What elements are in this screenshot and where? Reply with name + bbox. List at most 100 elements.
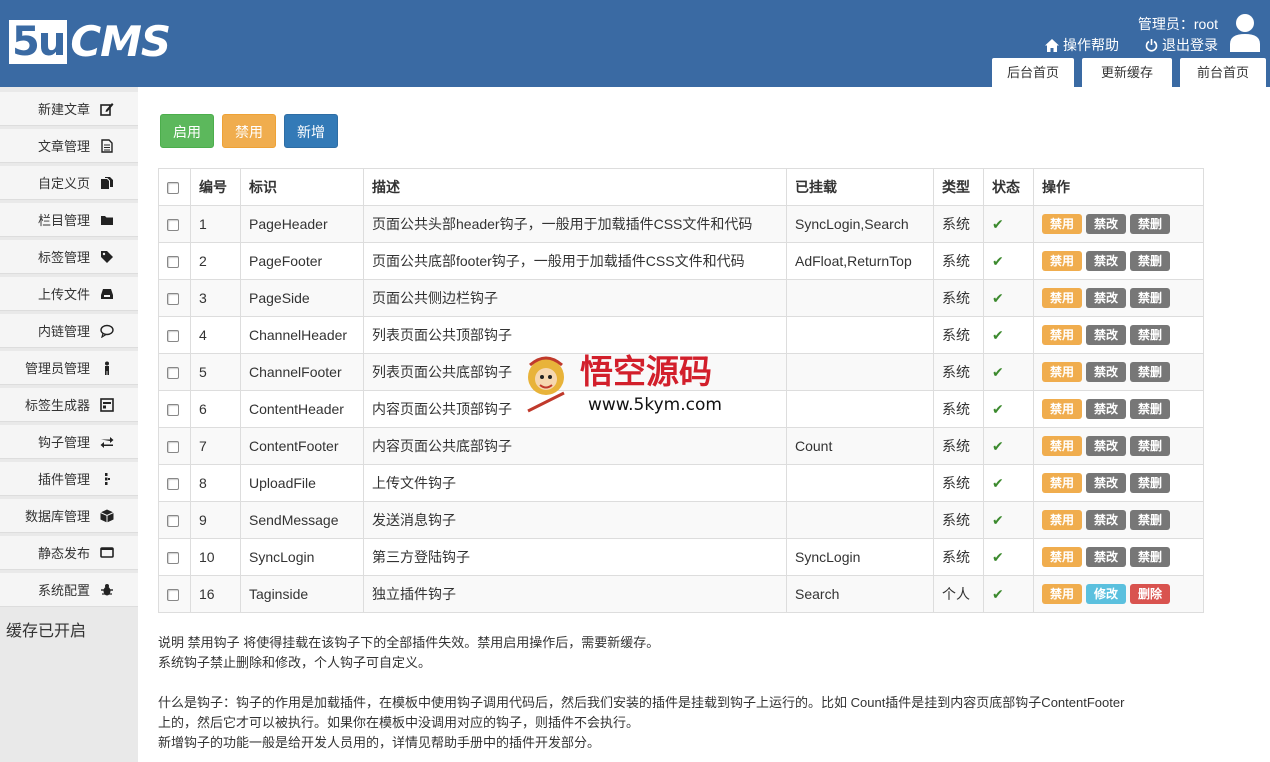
edit-action-button[interactable]: 禁改: [1086, 325, 1126, 345]
row-checkbox[interactable]: [167, 441, 179, 454]
row-checkbox[interactable]: [167, 552, 179, 565]
cell-id: 5: [190, 353, 241, 391]
delete-action-button[interactable]: 删除: [1130, 584, 1170, 604]
tab-refresh-cache[interactable]: 更新缓存: [1082, 58, 1172, 87]
edit-action-button[interactable]: 禁改: [1086, 473, 1126, 493]
cell-id: 3: [190, 279, 241, 317]
cell-status: ✔: [983, 538, 1034, 576]
delete-action-button[interactable]: 禁删: [1130, 288, 1170, 308]
enable-button[interactable]: 启用: [160, 114, 214, 148]
delete-action-button[interactable]: 禁删: [1130, 473, 1170, 493]
sidebar-item-article-manage[interactable]: 文章管理: [0, 129, 138, 163]
edit-action-button[interactable]: 禁改: [1086, 399, 1126, 419]
row-select-cell: [158, 575, 191, 613]
row-checkbox[interactable]: [167, 478, 179, 491]
sidebar-item-label: 自定义页: [37, 176, 90, 191]
cell-key: Taginside: [240, 575, 364, 613]
table-row: 3 PageSide 页面公共侧边栏钩子 系统 ✔ 禁用 禁改 禁删: [158, 279, 1204, 317]
row-checkbox[interactable]: [167, 219, 179, 232]
row-checkbox[interactable]: [167, 256, 179, 269]
sidebar-item-hook-manage[interactable]: 钩子管理: [0, 425, 138, 459]
edit-action-button[interactable]: 禁改: [1086, 436, 1126, 456]
sidebar-item-system-config[interactable]: 系统配置: [0, 573, 138, 607]
add-hook-button[interactable]: 新增: [284, 114, 338, 148]
disable-action-button[interactable]: 禁用: [1042, 362, 1082, 382]
disable-action-button[interactable]: 禁用: [1042, 325, 1082, 345]
sidebar-item-admin-manage[interactable]: 管理员管理: [0, 351, 138, 385]
select-all-cell: [158, 168, 191, 206]
sidebar-item-inner-link[interactable]: 内链管理: [0, 314, 138, 348]
edit-action-button[interactable]: 禁改: [1086, 362, 1126, 382]
delete-action-button[interactable]: 禁删: [1130, 436, 1170, 456]
row-checkbox[interactable]: [167, 589, 179, 602]
sidebar-item-label: 标签生成器: [24, 398, 90, 413]
sidebar-item-label: 内链管理: [37, 324, 90, 339]
sidebar-item-upload-file[interactable]: 上传文件: [0, 277, 138, 311]
row-checkbox[interactable]: [167, 367, 179, 380]
select-all-checkbox[interactable]: [167, 182, 179, 195]
delete-action-button[interactable]: 禁删: [1130, 399, 1170, 419]
cell-id: 8: [190, 464, 241, 502]
disable-action-button[interactable]: 禁用: [1042, 288, 1082, 308]
logo-box-text: 5u: [9, 20, 68, 64]
disable-action-button[interactable]: 禁用: [1042, 399, 1082, 419]
cell-type: 系统: [933, 427, 984, 465]
sidebar-item-static-publish[interactable]: 静态发布: [0, 536, 138, 570]
disable-action-button[interactable]: 禁用: [1042, 214, 1082, 234]
plugin-icon: [105, 472, 110, 485]
delete-action-button[interactable]: 禁删: [1130, 214, 1170, 234]
disable-action-button[interactable]: 禁用: [1042, 584, 1082, 604]
logout-link[interactable]: 退出登录: [1145, 35, 1218, 55]
sidebar-item-tag-manage[interactable]: 标签管理: [0, 240, 138, 274]
sidebar-item-new-article[interactable]: 新建文章: [0, 92, 138, 126]
sidebar-item-database-manage[interactable]: 数据库管理: [0, 499, 138, 533]
delete-action-button[interactable]: 禁删: [1130, 325, 1170, 345]
disable-action-button[interactable]: 禁用: [1042, 473, 1082, 493]
disable-button[interactable]: 禁用: [222, 114, 276, 148]
disable-action-button[interactable]: 禁用: [1042, 510, 1082, 530]
edit-action-button[interactable]: 禁改: [1086, 214, 1126, 234]
user-avatar-icon[interactable]: [1228, 12, 1262, 52]
admin-links: 操作帮助 退出登录: [1045, 35, 1218, 55]
disable-action-button[interactable]: 禁用: [1042, 436, 1082, 456]
row-checkbox[interactable]: [167, 515, 179, 528]
admin-name: 管理员：root: [1137, 16, 1218, 32]
row-checkbox[interactable]: [167, 293, 179, 306]
edit-action-button[interactable]: 禁改: [1086, 547, 1126, 567]
edit-action-button[interactable]: 禁改: [1086, 288, 1126, 308]
tab-admin-home[interactable]: 后台首页: [992, 58, 1074, 87]
cell-status: ✔: [983, 390, 1034, 428]
cell-status: ✔: [983, 353, 1034, 391]
cell-mounted: [786, 464, 934, 502]
watermark-logo: 悟空源码 www.5kym.com: [527, 352, 722, 415]
help-link[interactable]: 操作帮助: [1045, 35, 1119, 55]
sidebar-item-label: 静态发布: [37, 546, 90, 561]
cell-type: 系统: [933, 464, 984, 502]
logo[interactable]: 5u CMS: [9, 20, 171, 64]
disable-action-button[interactable]: 禁用: [1042, 251, 1082, 271]
disable-action-button[interactable]: 禁用: [1042, 547, 1082, 567]
delete-action-button[interactable]: 禁删: [1130, 547, 1170, 567]
delete-action-button[interactable]: 禁删: [1130, 251, 1170, 271]
edit-action-button[interactable]: 禁改: [1086, 251, 1126, 271]
status-check-icon: ✔: [992, 252, 1004, 269]
cell-type: 系统: [933, 279, 984, 317]
tab-frontend-home[interactable]: 前台首页: [1180, 58, 1266, 87]
cell-id: 9: [190, 501, 241, 539]
delete-action-button[interactable]: 禁删: [1130, 362, 1170, 382]
edit-action-button[interactable]: 禁改: [1086, 510, 1126, 530]
sidebar-item-tag-generator[interactable]: 标签生成器: [0, 388, 138, 422]
delete-action-button[interactable]: 禁删: [1130, 510, 1170, 530]
col-status: 状态: [983, 168, 1034, 206]
cell-status: ✔: [983, 464, 1034, 502]
row-checkbox[interactable]: [167, 330, 179, 343]
power-icon: [1145, 38, 1158, 52]
edit-action-button[interactable]: 修改: [1086, 584, 1126, 604]
sidebar-item-plugin-manage[interactable]: 插件管理: [0, 462, 138, 496]
cell-actions: 禁用 禁改 禁删: [1033, 501, 1204, 539]
cell-status: ✔: [983, 501, 1034, 539]
sidebar-item-channel-manage[interactable]: 栏目管理: [0, 203, 138, 237]
row-checkbox[interactable]: [167, 404, 179, 417]
cache-status: 缓存已开启: [6, 623, 87, 640]
sidebar-item-custom-page[interactable]: 自定义页: [0, 166, 138, 200]
